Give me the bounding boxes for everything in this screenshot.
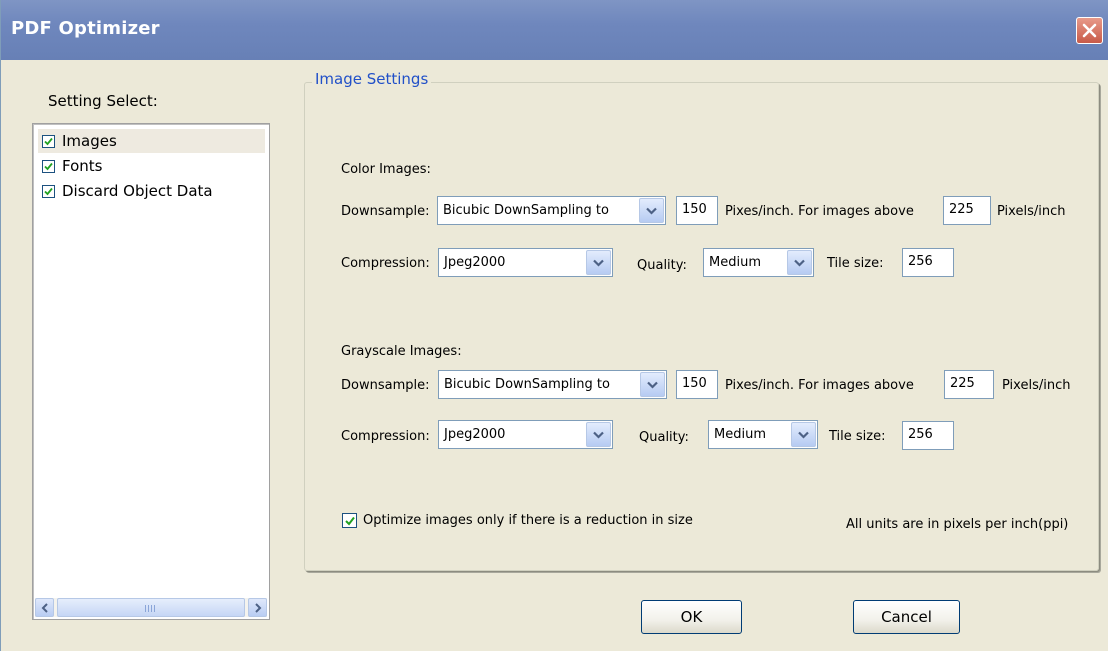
grayscale-downsample-select[interactable]: Bicubic DownSampling to [438, 370, 667, 399]
scroll-left-button[interactable] [35, 598, 54, 617]
window-title: PDF Optimizer [11, 18, 160, 39]
dropdown-button[interactable] [586, 250, 611, 275]
chevron-down-icon [647, 381, 658, 389]
images-checkbox[interactable] [42, 134, 55, 148]
title-bar[interactable]: PDF Optimizer [1, 0, 1108, 60]
grayscale-tile-size-input[interactable]: 256 [902, 421, 954, 450]
color-ppi-input[interactable]: 150 [676, 196, 718, 225]
grayscale-above-unit: Pixels/inch [1002, 378, 1071, 393]
color-ppi-text: Pixes/inch. For images above [725, 204, 914, 219]
dropdown-button[interactable] [586, 422, 611, 447]
color-tile-size-input[interactable]: 256 [902, 248, 954, 277]
discard-object-data-checkbox[interactable] [42, 184, 55, 198]
list-item-images[interactable]: Images [38, 129, 265, 153]
dropdown-button[interactable] [791, 422, 816, 447]
settings-list[interactable]: Images Fonts Discard Object Data [32, 123, 270, 620]
image-settings-group [304, 82, 1099, 571]
color-quality-select[interactable]: Medium [703, 248, 814, 277]
color-quality-label: Quality: [637, 258, 687, 273]
pdf-optimizer-dialog: PDF Optimizer Setting Select: Images Fon… [0, 0, 1108, 651]
image-settings-title: Image Settings [312, 70, 432, 88]
cancel-button[interactable]: Cancel [853, 600, 960, 634]
grayscale-ppi-text: Pixes/inch. For images above [725, 378, 914, 393]
grayscale-compression-label: Compression: [341, 429, 430, 444]
select-value: Bicubic DownSampling to [443, 203, 609, 218]
chevron-down-icon [593, 259, 604, 267]
color-images-heading: Color Images: [341, 162, 431, 177]
list-item-label: Images [62, 132, 117, 150]
fonts-checkbox[interactable] [42, 159, 55, 173]
arrow-right-icon [255, 603, 262, 613]
scroll-right-button[interactable] [248, 598, 267, 617]
checkmark-icon [44, 162, 53, 170]
dropdown-button[interactable] [640, 372, 665, 397]
color-compression-label: Compression: [341, 256, 430, 271]
color-above-unit: Pixels/inch [997, 204, 1066, 219]
checkmark-icon [44, 137, 53, 145]
checkmark-icon [44, 187, 53, 195]
select-value: Bicubic DownSampling to [444, 377, 610, 392]
grayscale-downsample-label: Downsample: [341, 378, 430, 393]
grayscale-quality-select[interactable]: Medium [708, 420, 818, 449]
scrollbar-grip [145, 605, 157, 612]
color-downsample-select[interactable]: Bicubic DownSampling to [437, 196, 666, 225]
horizontal-scrollbar[interactable] [35, 598, 267, 617]
units-note: All units are in pixels per inch(ppi) [846, 517, 1069, 532]
checkmark-icon [345, 516, 355, 526]
grayscale-above-input[interactable]: 225 [944, 370, 994, 399]
list-item-fonts[interactable]: Fonts [38, 154, 265, 178]
dropdown-button[interactable] [787, 250, 812, 275]
close-icon [1082, 23, 1097, 38]
select-value: Jpeg2000 [444, 427, 506, 442]
grayscale-images-heading: Grayscale Images: [341, 344, 462, 359]
setting-select-label: Setting Select: [48, 92, 158, 110]
grayscale-compression-select[interactable]: Jpeg2000 [438, 420, 613, 449]
grayscale-quality-label: Quality: [639, 430, 689, 445]
list-item-label: Discard Object Data [62, 182, 213, 200]
color-above-input[interactable]: 225 [943, 196, 991, 225]
color-downsample-label: Downsample: [341, 204, 430, 219]
select-value: Medium [714, 427, 766, 442]
scrollbar-thumb[interactable] [57, 598, 245, 617]
color-compression-select[interactable]: Jpeg2000 [438, 248, 613, 277]
select-value: Jpeg2000 [444, 255, 506, 270]
color-tile-size-label: Tile size: [827, 256, 884, 271]
chevron-down-icon [794, 259, 805, 267]
arrow-left-icon [41, 603, 48, 613]
chevron-down-icon [646, 207, 657, 215]
optimize-label[interactable]: Optimize images only if there is a reduc… [363, 513, 693, 528]
grayscale-tile-size-label: Tile size: [829, 429, 886, 444]
close-button[interactable] [1076, 17, 1103, 44]
dropdown-button[interactable] [639, 198, 664, 223]
select-value: Medium [709, 255, 761, 270]
list-item-label: Fonts [62, 157, 103, 175]
ok-button[interactable]: OK [641, 600, 742, 634]
optimize-checkbox[interactable] [342, 513, 357, 528]
list-item-discard-object-data[interactable]: Discard Object Data [38, 179, 265, 203]
chevron-down-icon [798, 431, 809, 439]
grayscale-ppi-input[interactable]: 150 [676, 370, 718, 399]
chevron-down-icon [593, 431, 604, 439]
